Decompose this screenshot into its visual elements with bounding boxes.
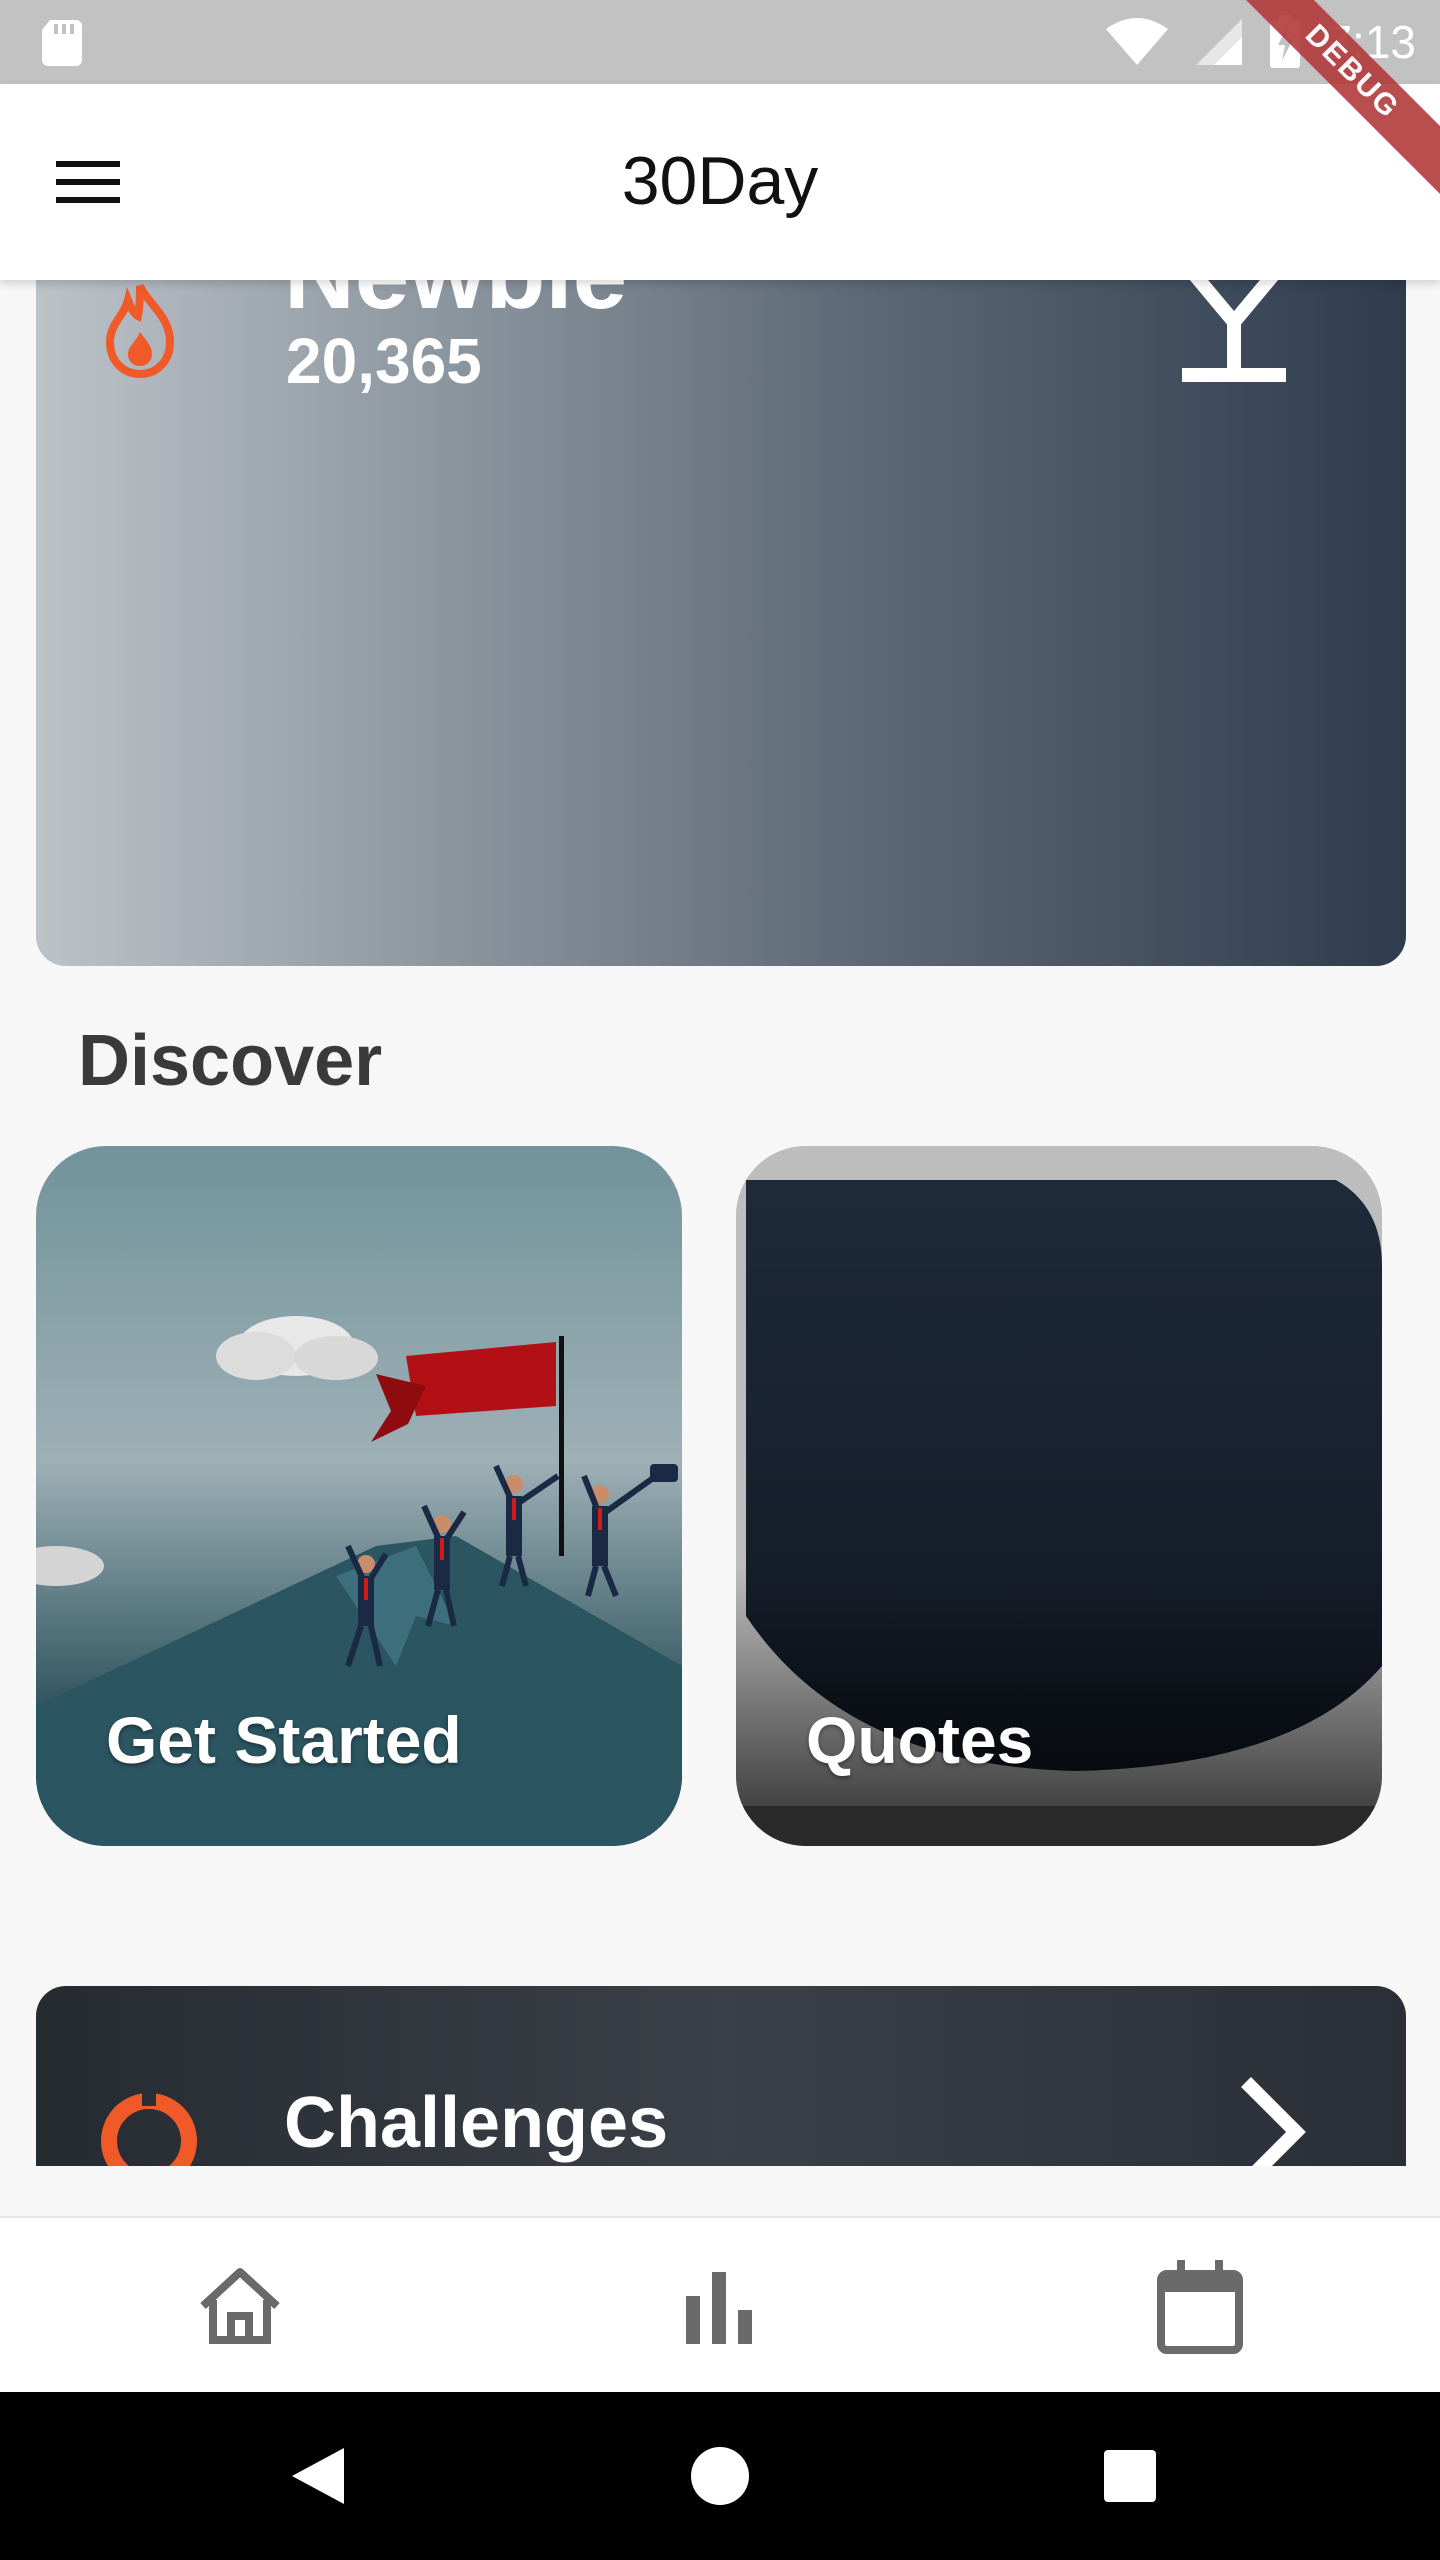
recents-icon[interactable] xyxy=(1098,2444,1162,2508)
get-started-card[interactable]: Get Started xyxy=(36,1146,682,1846)
cocktail-glass-icon xyxy=(1182,280,1286,382)
back-icon[interactable] xyxy=(288,2444,352,2508)
calendar-icon xyxy=(1157,2260,1243,2354)
bar-chart-icon xyxy=(686,2272,752,2344)
quotes-label: Quotes xyxy=(806,1703,1034,1777)
flame-icon xyxy=(105,284,175,379)
app-bar: 30Day xyxy=(0,84,1440,280)
home-icon xyxy=(200,2268,280,2344)
status-bar: 7:13 xyxy=(0,0,1440,84)
sd-card-icon xyxy=(42,20,82,66)
level-points: 20,365 xyxy=(286,325,482,397)
nav-stats-tab[interactable] xyxy=(670,2256,770,2356)
level-card[interactable]: Newbie 20,365 xyxy=(36,280,1406,966)
get-started-label: Get Started xyxy=(106,1703,462,1777)
app-title: 30Day xyxy=(621,143,819,219)
target-icon xyxy=(101,2086,197,2166)
bottom-navigation xyxy=(0,2216,1440,2392)
quotes-card[interactable]: Quotes xyxy=(736,1146,1382,1846)
wifi-icon xyxy=(1106,18,1169,65)
home-circle-icon[interactable] xyxy=(688,2444,752,2508)
nav-calendar-tab[interactable] xyxy=(1150,2256,1250,2356)
chevron-right-icon xyxy=(1241,2077,1306,2166)
nav-home-tab[interactable] xyxy=(190,2256,290,2356)
challenges-card[interactable]: Challenges xyxy=(36,1986,1406,2166)
home-scroll-view[interactable]: Newbie 20,365 Discover xyxy=(0,280,1440,2166)
system-navigation-bar xyxy=(0,2392,1440,2560)
signal-icon xyxy=(1196,19,1243,65)
discover-title: Discover xyxy=(78,1021,383,1101)
challenges-title: Challenges xyxy=(284,2083,669,2163)
